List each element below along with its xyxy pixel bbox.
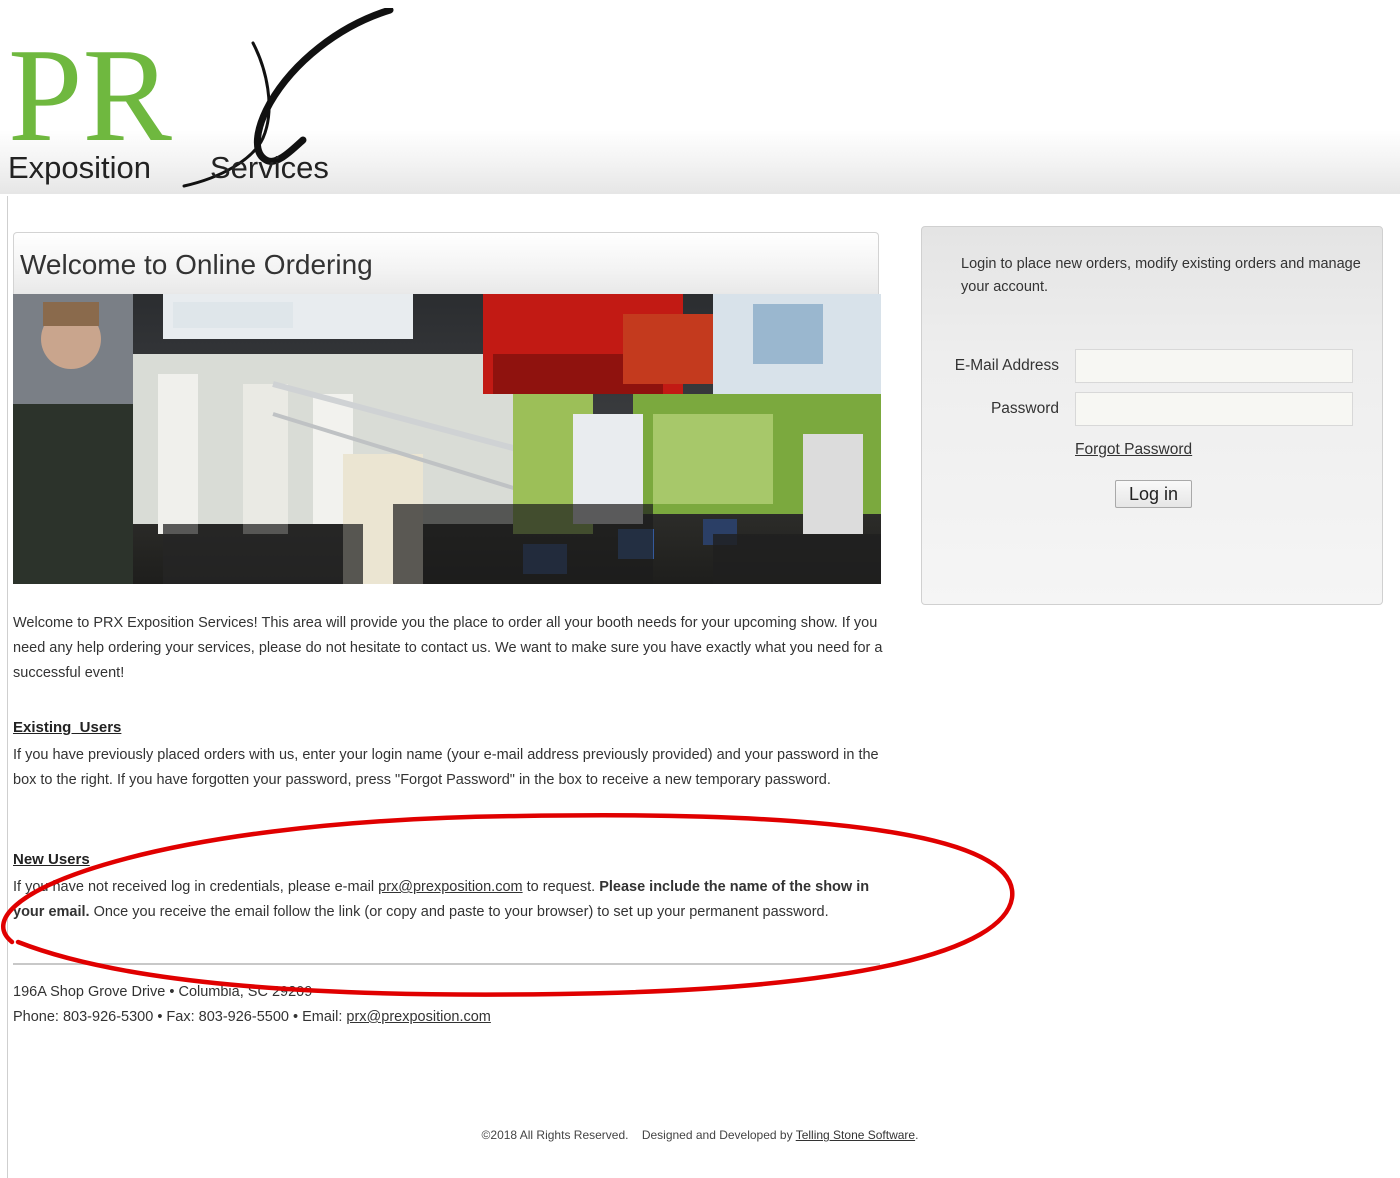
log-in-button[interactable]: Log in [1115, 480, 1192, 508]
new-users-paragraph: If you have not received log in credenti… [13, 875, 883, 925]
contact-phone-fax: Phone: 803-926-5300 • Fax: 803-926-5500 … [13, 1009, 347, 1025]
contact-line: Phone: 803-926-5300 • Fax: 803-926-5500 … [13, 1005, 491, 1030]
prx-logo-graphic: PR Exposition Services [8, 8, 394, 188]
footer-developer-link[interactable]: Telling Stone Software [796, 1128, 915, 1142]
existing-users-heading: Existing Users [13, 719, 122, 736]
content-divider [13, 963, 880, 965]
footer-designed-by: Designed and Developed by [641, 1128, 796, 1142]
trade-show-photo [13, 294, 881, 584]
prx-logo[interactable]: PR Exposition Services [8, 8, 408, 190]
new-users-text-middle: to request. [522, 879, 600, 895]
address-line: 196A Shop Grove Drive • Columbia, SC 292… [13, 984, 313, 1000]
footer-suffix: . [915, 1128, 919, 1142]
new-users-heading: New Users [13, 851, 90, 868]
logo-x-swoosh [253, 8, 394, 165]
welcome-title: Welcome to Online Ordering [20, 249, 373, 280]
logo-subtitle-left: Exposition [8, 150, 151, 185]
contact-email-link[interactable]: prx@prexposition.com [346, 1009, 490, 1025]
logo-subtitle-right: Services [210, 150, 329, 185]
left-border [7, 196, 8, 1178]
new-users-text-after: Once you receive the email follow the li… [89, 904, 829, 920]
page: PR Exposition Services Welcome to Online… [0, 0, 1400, 1178]
welcome-panel: Welcome to Online Ordering [13, 232, 881, 584]
footer-copyright: ©2018 All Rights Reserved. [481, 1128, 629, 1142]
login-intro-text: Login to place new orders, modify existi… [961, 256, 1361, 295]
welcome-title-bar: Welcome to Online Ordering [13, 232, 879, 295]
password-label: Password [990, 400, 1059, 417]
trade-show-illustration [13, 294, 881, 584]
forgot-password-link[interactable]: Forgot Password [1075, 441, 1192, 459]
new-users-email-link[interactable]: prx@prexposition.com [378, 879, 522, 895]
intro-paragraph: Welcome to PRX Exposition Services! This… [13, 615, 883, 681]
new-users-text-before: If you have not received log in credenti… [13, 879, 379, 895]
logo-letters: PR [8, 21, 173, 169]
password-input[interactable] [1075, 392, 1353, 426]
login-panel: Login to place new orders, modify existi… [921, 226, 1383, 605]
company-address: 196A Shop Grove Drive • Columbia, SC 292… [13, 980, 491, 1030]
existing-users-paragraph: If you have previously placed orders wit… [13, 747, 879, 788]
email-label: E-Mail Address [954, 357, 1059, 374]
email-input[interactable] [1075, 349, 1353, 383]
footer: ©2018 All Rights Reserved. Designed and … [0, 1128, 1400, 1142]
